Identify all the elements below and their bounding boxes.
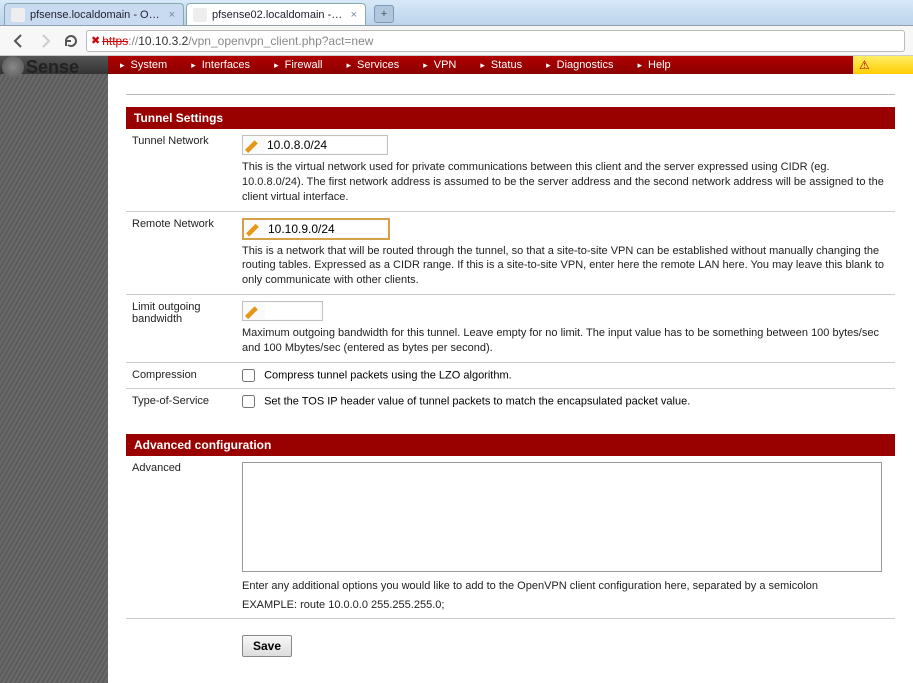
back-button[interactable]: [8, 30, 30, 52]
menu-services[interactable]: Services: [335, 59, 412, 71]
label-bandwidth: Limit outgoing bandwidth: [126, 295, 236, 363]
browser-tab[interactable]: pfsense02.localdomain - O... ×: [186, 3, 366, 25]
menu-diagnostics[interactable]: Diagnostics: [534, 59, 625, 71]
section-tunnel-settings: Tunnel Settings: [126, 107, 895, 129]
tab-title: pfsense.localdomain - Ope...: [30, 9, 163, 21]
tunnel-network-input[interactable]: [265, 137, 385, 153]
browser-tab[interactable]: pfsense.localdomain - Ope... ×: [4, 3, 184, 25]
section-advanced-config: Advanced configuration: [126, 434, 895, 456]
label-advanced: Advanced: [126, 456, 236, 619]
address-bar[interactable]: ✖ https :// 10.10.3.2 /vpn_openvpn_clien…: [86, 30, 905, 52]
logo-text: Sense: [26, 57, 79, 78]
menu-interfaces[interactable]: Interfaces: [179, 59, 262, 71]
menu-vpn[interactable]: VPN: [411, 59, 468, 71]
content-area: Tunnel Settings Tunnel Network This is t…: [108, 74, 913, 683]
tos-text: Set the TOS IP header value of tunnel pa…: [264, 395, 690, 407]
menu-help[interactable]: Help: [625, 59, 682, 71]
field-wrap: [242, 135, 388, 155]
new-tab-button[interactable]: +: [374, 5, 394, 23]
advanced-table: Advanced Enter any additional options yo…: [126, 456, 895, 664]
main-menu: System Interfaces Firewall Services VPN …: [108, 56, 853, 74]
compression-text: Compress tunnel packets using the LZO al…: [264, 369, 512, 381]
url-host: 10.10.3.2: [138, 34, 188, 48]
label-tunnel-network: Tunnel Network: [126, 129, 236, 211]
help-text: EXAMPLE: route 10.0.0.0 255.255.255.0;: [242, 598, 889, 613]
favicon-icon: [193, 8, 207, 22]
field-wrap: [242, 218, 390, 240]
url-path: /vpn_openvpn_client.php?act=new: [188, 34, 373, 48]
gear-icon: [2, 56, 24, 78]
logo-wrap: Sense: [0, 56, 108, 74]
tab-title: pfsense02.localdomain - O...: [212, 9, 345, 21]
field-wrap: [242, 301, 323, 321]
insecure-icon: ✖: [91, 34, 100, 47]
label-compression: Compression: [126, 362, 236, 388]
url-sep: ://: [128, 34, 138, 48]
warning-icon: ⚠: [859, 58, 870, 72]
label-tos: Type-of-Service: [126, 388, 236, 414]
help-text: Enter any additional options you would l…: [242, 579, 889, 594]
menu-firewall[interactable]: Firewall: [262, 59, 334, 71]
label-remote-network: Remote Network: [126, 211, 236, 295]
alert-bar[interactable]: ⚠: [853, 56, 913, 74]
divider: [126, 94, 895, 95]
left-gutter: [0, 74, 108, 683]
browser-tabstrip: pfsense.localdomain - Ope... × pfsense02…: [0, 0, 913, 26]
remote-network-input[interactable]: [266, 221, 386, 237]
pencil-icon: [246, 221, 262, 237]
pencil-icon: [245, 303, 261, 319]
tos-checkbox[interactable]: [242, 395, 255, 408]
advanced-textarea[interactable]: [242, 462, 882, 572]
help-text: This is the virtual network used for pri…: [242, 160, 889, 205]
close-icon[interactable]: ×: [351, 9, 357, 21]
help-text: Maximum outgoing bandwidth for this tunn…: [242, 326, 889, 356]
menu-system[interactable]: System: [108, 59, 179, 71]
save-button[interactable]: Save: [242, 635, 292, 657]
forward-button[interactable]: [34, 30, 56, 52]
pfsense-logo: Sense: [2, 54, 79, 80]
reload-button[interactable]: [60, 30, 82, 52]
help-text: This is a network that will be routed th…: [242, 244, 889, 289]
browser-toolbar: ✖ https :// 10.10.3.2 /vpn_openvpn_clien…: [0, 26, 913, 56]
bandwidth-input[interactable]: [265, 303, 320, 319]
close-icon[interactable]: ×: [169, 9, 175, 21]
menu-status[interactable]: Status: [468, 59, 534, 71]
url-scheme: https: [102, 34, 128, 48]
app-topbar: Sense System Interfaces Firewall Service…: [0, 56, 913, 74]
pencil-icon: [245, 137, 261, 153]
compression-checkbox[interactable]: [242, 369, 255, 382]
tunnel-settings-table: Tunnel Network This is the virtual netwo…: [126, 129, 895, 414]
favicon-icon: [11, 8, 25, 22]
